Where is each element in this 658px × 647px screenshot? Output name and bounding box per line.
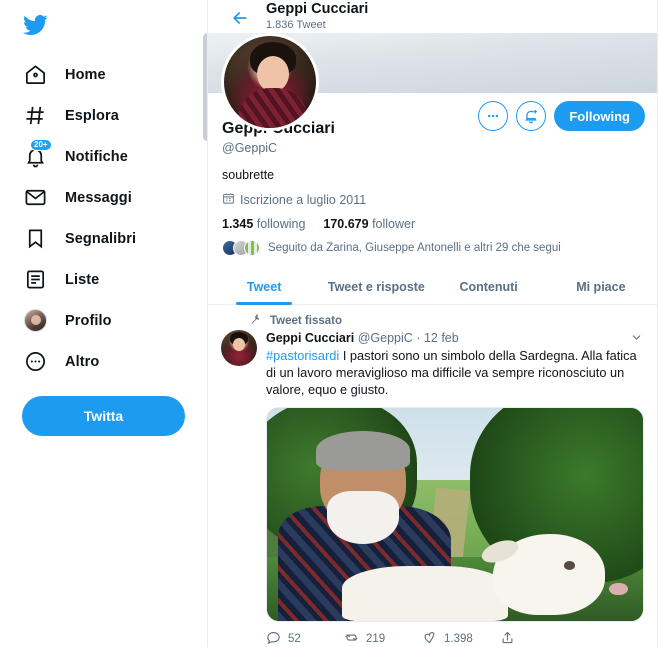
- pinned-indicator: Tweet fissato: [250, 313, 644, 328]
- pinned-label: Tweet fissato: [270, 314, 342, 327]
- like-button[interactable]: 1.398: [422, 630, 500, 647]
- profile-banner[interactable]: Following: [208, 33, 657, 131]
- sidebar-item-altro[interactable]: Altro: [0, 341, 193, 382]
- retweet-button[interactable]: 219: [344, 630, 422, 647]
- home-icon: [22, 62, 48, 88]
- tweet-text: #pastorisardi I pastori sono un simbolo …: [266, 347, 644, 398]
- tweet-separator: ·: [416, 331, 421, 345]
- tab-contenuti[interactable]: Contenuti: [433, 269, 545, 304]
- tweet-author-handle: @GeppiC: [357, 331, 413, 345]
- sidebar-item-label: Notifiche: [65, 148, 128, 165]
- like-count: 1.398: [444, 633, 473, 645]
- followed-by-label: Seguito da Zarina, Giuseppe Antonelli e …: [268, 242, 561, 254]
- profile-action-buttons: Following: [478, 101, 645, 131]
- sidebar: Home Esplora 20+ Notifiche Messaggi Segn…: [0, 0, 215, 647]
- profile-bio: soubrette: [222, 168, 275, 182]
- profile-joined-label: Iscrizione a luglio 2011: [240, 193, 367, 207]
- profile-joined: Iscrizione a luglio 2011: [222, 192, 643, 208]
- sidebar-item-notifiche[interactable]: 20+ Notifiche: [0, 136, 193, 177]
- pin-icon: [250, 313, 262, 328]
- sidebar-item-label: Profilo: [65, 312, 112, 329]
- list-icon: [22, 267, 48, 293]
- compose-tweet-button[interactable]: Twitta: [22, 396, 185, 436]
- twitter-bird-icon: [22, 12, 48, 43]
- avatar-icon: [22, 308, 48, 334]
- retweet-icon: [344, 630, 359, 647]
- reply-count: 52: [288, 633, 301, 645]
- following-label: following: [256, 217, 306, 231]
- bookmark-icon: [22, 226, 48, 252]
- tab-tweet[interactable]: Tweet: [208, 269, 320, 304]
- main-column: Geppi Cucciari 1.836 Tweet Following Gep…: [207, 0, 658, 647]
- profile-handle: @GeppiC: [222, 141, 278, 155]
- sidebar-item-label: Liste: [65, 271, 100, 288]
- bell-icon: 20+: [22, 138, 52, 170]
- followers-label: follower: [372, 217, 416, 231]
- tweet-hashtag-link[interactable]: #pastorisardi: [266, 348, 339, 363]
- sidebar-item-label: Home: [65, 66, 106, 83]
- followers-count: 170.679: [323, 217, 369, 231]
- tweet-content: Geppi Cucciari @GeppiC · 12 feb #pastori…: [266, 330, 644, 622]
- sidebar-item-label: Esplora: [65, 107, 119, 124]
- tweet-card[interactable]: Tweet fissato Geppi Cucciari @GeppiC · 1…: [208, 305, 657, 647]
- calendar-icon: [222, 192, 235, 208]
- following-stat[interactable]: 1.345 following: [222, 217, 305, 231]
- twitter-app: Home Esplora 20+ Notifiche Messaggi Segn…: [0, 0, 658, 647]
- tab-tweet-e-risposte[interactable]: Tweet e risposte: [320, 269, 432, 304]
- sidebar-nav: Home Esplora 20+ Notifiche Messaggi Segn…: [0, 54, 207, 382]
- twitter-logo[interactable]: [0, 4, 207, 50]
- more-circle-icon: [22, 349, 48, 375]
- profile-stats: 1.345 following 170.679 follower: [222, 217, 643, 231]
- sidebar-item-profilo[interactable]: Profilo: [0, 300, 193, 341]
- sidebar-item-liste[interactable]: Liste: [0, 259, 193, 300]
- sidebar-item-home[interactable]: Home: [0, 54, 193, 95]
- facepile-avatar: [244, 240, 260, 256]
- sidebar-item-label: Segnalibri: [65, 230, 137, 247]
- chevron-down-icon[interactable]: [630, 331, 643, 347]
- top-bar-name: Geppi Cucciari: [266, 1, 369, 17]
- share-icon: [500, 630, 515, 647]
- profile-tabs: Tweet Tweet e risposte Contenuti Mi piac…: [208, 269, 657, 305]
- tweet-author-avatar[interactable]: [221, 330, 257, 366]
- followed-by-row[interactable]: Seguito da Zarina, Giuseppe Antonelli e …: [222, 240, 643, 256]
- envelope-icon: [22, 185, 48, 211]
- sidebar-item-label: Messaggi: [65, 189, 132, 206]
- heart-icon: [422, 630, 437, 647]
- reply-button[interactable]: 52: [266, 630, 344, 647]
- tab-mi-piace[interactable]: Mi piace: [545, 269, 657, 304]
- following-count: 1.345: [222, 217, 254, 231]
- sidebar-item-label: Altro: [65, 353, 100, 370]
- sidebar-item-esplora[interactable]: Esplora: [0, 95, 193, 136]
- top-bar-tweet-count: 1.836 Tweet: [266, 19, 326, 31]
- tweet-header: Geppi Cucciari @GeppiC · 12 feb: [266, 330, 644, 346]
- tweet-date[interactable]: 12 feb: [424, 331, 459, 345]
- back-arrow-icon[interactable]: [230, 8, 250, 28]
- followed-by-facepile: [222, 240, 260, 256]
- notification-badge: 20+: [30, 138, 52, 152]
- tweet-body: Geppi Cucciari @GeppiC · 12 feb #pastori…: [221, 330, 644, 622]
- share-button[interactable]: [500, 630, 578, 647]
- top-bar: Geppi Cucciari 1.836 Tweet: [208, 0, 657, 33]
- notify-button[interactable]: [516, 101, 547, 131]
- followers-stat[interactable]: 170.679 follower: [323, 217, 415, 231]
- reply-icon: [266, 630, 281, 647]
- sidebar-item-segnalibri[interactable]: Segnalibri: [0, 218, 193, 259]
- sidebar-item-messaggi[interactable]: Messaggi: [0, 177, 193, 218]
- more-options-button[interactable]: [478, 101, 509, 131]
- hashtag-icon: [22, 103, 48, 129]
- profile-avatar[interactable]: [221, 33, 319, 131]
- following-button[interactable]: Following: [554, 101, 645, 131]
- tweet-media-photo[interactable]: [266, 407, 644, 622]
- retweet-count: 219: [366, 633, 386, 645]
- top-bar-titles: Geppi Cucciari 1.836 Tweet: [266, 1, 368, 32]
- tweet-author-name[interactable]: Geppi Cucciari: [266, 331, 354, 345]
- tweet-actions: 52 219 1.398: [221, 630, 644, 647]
